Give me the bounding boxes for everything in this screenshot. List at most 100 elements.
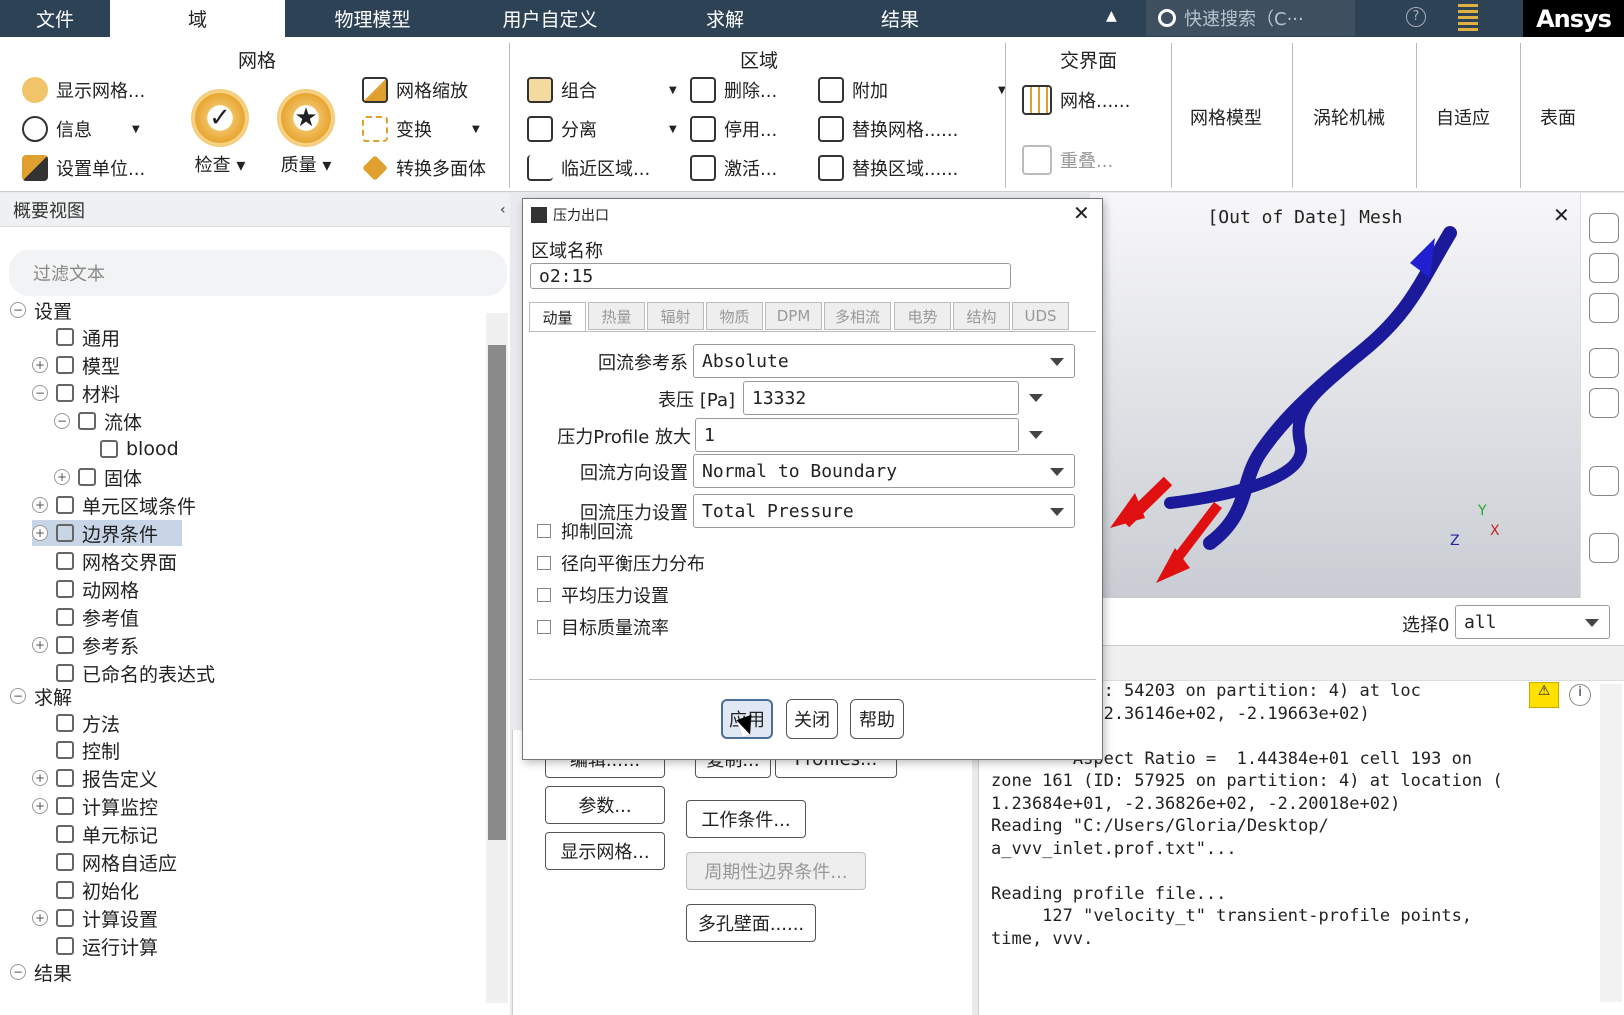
adaption-section[interactable]: 自适应 xyxy=(1436,104,1490,130)
pan-icon[interactable] xyxy=(1589,293,1619,323)
collapse-panel-icon[interactable]: ‹ xyxy=(500,202,506,218)
close-icon[interactable]: ✕ xyxy=(1073,201,1090,225)
menu-tab-user-defined[interactable]: 用户自定义 xyxy=(460,0,640,37)
quick-search-input[interactable]: 快速搜索（C··· xyxy=(1146,0,1355,36)
eye-icon[interactable] xyxy=(1589,348,1619,378)
tree-item[interactable]: + 单元区域条件 xyxy=(32,492,196,518)
menu-tab-domain[interactable]: 域 xyxy=(110,0,285,37)
outline-scrollbar[interactable] xyxy=(486,313,508,1003)
collapse-icon[interactable]: − xyxy=(10,964,26,980)
tree-item[interactable]: − 求解 xyxy=(10,683,72,709)
select-field[interactable]: Total Pressure xyxy=(693,494,1075,528)
checkbox[interactable]: 径向平衡压力分布 xyxy=(537,550,705,576)
replace-mesh-button[interactable]: 替换网格...... xyxy=(818,116,958,142)
chevron-down-icon[interactable] xyxy=(1029,394,1043,402)
input-field[interactable]: 13332 xyxy=(743,381,1019,415)
deactivate-button[interactable]: 停用... xyxy=(690,116,777,142)
display-mesh-panel-button[interactable]: 显示网格... xyxy=(545,832,665,870)
menu-tab-solve[interactable]: 求解 xyxy=(640,0,810,37)
tree-item[interactable]: + 固体 xyxy=(54,464,142,490)
overlap-button[interactable]: 重叠... xyxy=(1022,145,1113,175)
replace-zone-button[interactable]: 替换区域...... xyxy=(818,155,958,181)
dialog-tab[interactable]: DPM xyxy=(765,302,822,330)
zone-name-field[interactable]: o2:15 xyxy=(530,263,1011,289)
tree-item[interactable]: 初始化 xyxy=(32,877,139,903)
expand-icon[interactable]: + xyxy=(32,798,48,814)
expand-icon[interactable]: + xyxy=(32,497,48,513)
tree-item[interactable]: 单元标记 xyxy=(32,821,158,847)
convert-polyhedra-button[interactable]: 转换多面体 xyxy=(362,155,486,181)
tree-item[interactable]: blood xyxy=(76,436,179,462)
input-field[interactable]: 1 xyxy=(695,418,1019,452)
mesh-models-section[interactable]: 网格模型 xyxy=(1190,104,1262,130)
selection-dropdown[interactable]: all xyxy=(1455,605,1610,639)
adjacency-button[interactable]: 临近区域... xyxy=(527,155,650,181)
dialog-tab[interactable]: 多相流 xyxy=(824,302,891,330)
rotate-icon[interactable] xyxy=(1589,253,1619,283)
tree-item[interactable]: 控制 xyxy=(32,737,120,763)
tree-item[interactable]: + 模型 xyxy=(32,352,120,378)
parameters-button[interactable]: 参数... xyxy=(545,786,665,824)
chevron-down-icon[interactable] xyxy=(1029,431,1043,439)
console-scrollbar[interactable] xyxy=(1600,684,1622,1002)
checkbox[interactable]: 平均压力设置 xyxy=(537,582,669,608)
collapse-icon[interactable]: − xyxy=(32,385,48,401)
expand-icon[interactable]: + xyxy=(32,637,48,653)
menu-tab-physics[interactable]: 物理模型 xyxy=(285,0,460,37)
checkbox-box[interactable] xyxy=(537,588,551,602)
info-icon[interactable]: i xyxy=(1569,684,1591,706)
collapse-icon[interactable]: − xyxy=(10,302,26,318)
tree-item[interactable]: 网格交界面 xyxy=(32,548,177,574)
dialog-tab[interactable]: UDS xyxy=(1012,302,1069,330)
checkbox-box[interactable] xyxy=(537,556,551,570)
checkbox-box[interactable] xyxy=(537,524,551,538)
filter-input[interactable]: 过滤文本 xyxy=(9,250,507,296)
tree-item[interactable]: + 报告定义 xyxy=(32,765,158,791)
dialog-tab[interactable]: 热量 xyxy=(588,302,645,330)
tree-item[interactable]: − 结果 xyxy=(10,959,72,985)
surface-section[interactable]: 表面 xyxy=(1540,104,1576,130)
activate-button[interactable]: 激活... xyxy=(690,155,777,181)
close-button[interactable]: 关闭 xyxy=(786,699,838,739)
expand-icon[interactable]: + xyxy=(32,525,48,541)
tree-item[interactable]: + 计算设置 xyxy=(32,905,158,931)
dialog-tab[interactable]: 动量 xyxy=(529,302,586,332)
menu-tab-results[interactable]: 结果 xyxy=(810,0,990,37)
expand-icon[interactable]: + xyxy=(32,910,48,926)
porous-jump-button[interactable]: 多孔壁面...... xyxy=(686,904,816,942)
delete-button[interactable]: 删除... xyxy=(690,77,777,103)
periodic-conditions-button[interactable]: 周期性边界条件... xyxy=(686,852,866,890)
tree-item[interactable]: − 材料 xyxy=(32,380,120,406)
checkbox[interactable]: 抑制回流 xyxy=(537,518,633,544)
dialog-tab[interactable]: 物质 xyxy=(706,302,763,330)
close-icon[interactable]: ✕ xyxy=(1553,203,1570,227)
tree-item[interactable]: 动网格 xyxy=(32,576,139,602)
mesh-scale-button[interactable]: 网格缩放 xyxy=(362,77,468,103)
graphics-window[interactable]: [Out of Date] Mesh ✕ ZXY xyxy=(1090,193,1580,598)
tree-item[interactable]: − 设置 xyxy=(10,297,72,323)
expand-icon[interactable]: + xyxy=(32,357,48,373)
zoom-fit-icon[interactable] xyxy=(1589,213,1619,243)
tree-item[interactable]: + 参考系 xyxy=(32,632,139,658)
tree-item[interactable]: 网格自适应 xyxy=(32,849,177,875)
scrollbar-thumb[interactable] xyxy=(488,345,506,840)
checkbox-box[interactable] xyxy=(537,620,551,634)
menu-tab-file[interactable]: 文件 xyxy=(0,0,110,37)
copy-view-icon[interactable] xyxy=(1589,533,1619,563)
dialog-tab[interactable]: 辐射 xyxy=(647,302,704,330)
warning-icon[interactable]: ⚠ xyxy=(1529,682,1559,708)
collapse-ribbon-icon[interactable]: ▲ xyxy=(1106,8,1122,24)
operating-conditions-button[interactable]: 工作条件... xyxy=(686,800,806,838)
collapse-icon[interactable]: − xyxy=(10,688,26,704)
checkbox[interactable]: 目标质量流率 xyxy=(537,614,669,640)
select-field[interactable]: Normal to Boundary xyxy=(693,454,1075,488)
combine-button[interactable]: 组合 ▼ xyxy=(527,77,677,103)
select-field[interactable]: Absolute xyxy=(693,344,1075,378)
tree-item[interactable]: 通用 xyxy=(32,324,120,350)
dialog-tab[interactable]: 电势 xyxy=(894,302,951,330)
help-icon[interactable]: ? xyxy=(1406,7,1426,27)
transform-button[interactable]: 变换 ▼ xyxy=(362,116,480,142)
tree-item[interactable]: − 流体 xyxy=(54,408,142,434)
expand-icon[interactable]: + xyxy=(32,770,48,786)
check-button[interactable]: ✓ 检查 ▾ xyxy=(188,89,252,177)
